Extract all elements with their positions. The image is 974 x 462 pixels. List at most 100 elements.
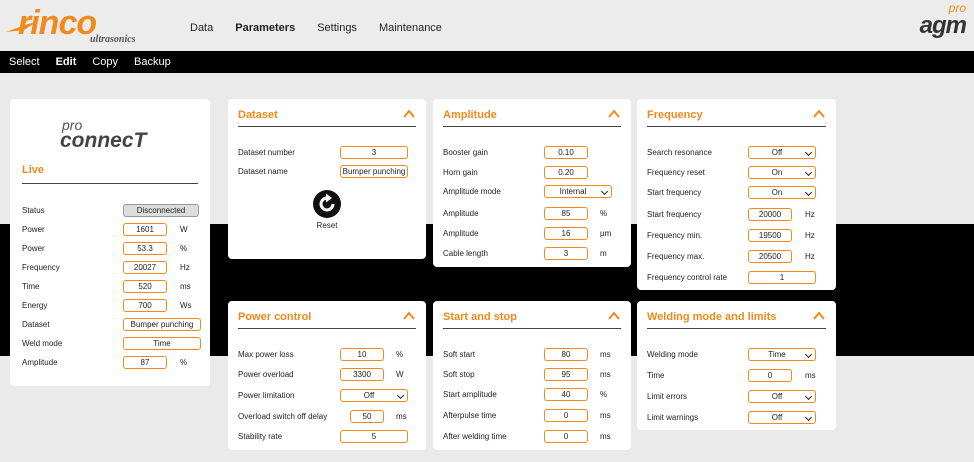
frequency-panel: Frequency Search resonance Off Frequency…: [637, 99, 836, 290]
after-welding-time-input[interactable]: 0: [544, 429, 588, 443]
field-label: Time: [647, 370, 665, 380]
agm-logo: pro agm: [910, 1, 968, 44]
field-label: Frequency reset: [647, 167, 705, 177]
field-label: Stability rate: [238, 431, 283, 441]
subnav-copy[interactable]: Copy: [92, 56, 118, 68]
cable-length-input[interactable]: 3: [544, 246, 588, 260]
frequency-value: 20027: [123, 260, 167, 274]
chevron-up-icon[interactable]: [402, 309, 416, 323]
dataset-value: Bumper punching: [123, 317, 201, 331]
subnav-edit[interactable]: Edit: [56, 56, 77, 68]
amplitude-um-input[interactable]: 16: [544, 226, 588, 240]
field-label: Overload switch off delay: [238, 411, 328, 421]
search-resonance-select[interactable]: Off: [748, 145, 816, 159]
subnav-select[interactable]: Select: [9, 56, 40, 68]
nav-data[interactable]: Data: [190, 22, 213, 34]
welding-mode-select[interactable]: Time: [748, 347, 816, 361]
field-unit: W: [396, 369, 404, 379]
power-limitation-select[interactable]: Off: [340, 388, 408, 402]
field-unit: ms: [805, 370, 816, 380]
power-control-header: Power control: [238, 311, 416, 329]
power-overload-input[interactable]: 3300: [340, 367, 384, 381]
limit-errors-select[interactable]: Off: [748, 389, 816, 403]
afterpulse-time-input[interactable]: 0: [544, 408, 588, 422]
dataset-number-row: Dataset number 3: [238, 145, 416, 159]
field-label: Amplitude: [443, 208, 479, 218]
dataset-panel: Dataset Dataset number 3 Dataset name Bu…: [228, 99, 426, 259]
max-power-loss-input[interactable]: 10: [340, 347, 384, 361]
frequency-row: Frequency control rate 1: [647, 270, 826, 284]
top-bar: rinco ultrasonics Data Parameters Settin…: [0, 0, 974, 51]
live-label: Time: [22, 281, 40, 291]
limit-warnings-select[interactable]: Off: [748, 410, 816, 424]
frequency-row: Frequency reset On: [647, 165, 826, 179]
start-frequency-input[interactable]: 20000: [748, 207, 792, 221]
live-label: Amplitude: [22, 357, 58, 367]
field-unit: ms: [600, 410, 611, 420]
field-label: Start amplitude: [443, 389, 497, 399]
field-unit: ms: [600, 431, 611, 441]
power-control-title: Power control: [238, 311, 312, 323]
brand-sub: ultrasonics: [90, 34, 136, 45]
start-stop-title: Start and stop: [443, 311, 517, 323]
frequency-header: Frequency: [647, 109, 826, 127]
reset-area: Reset: [228, 189, 426, 230]
power-control-row: Max power loss 10 %: [238, 347, 416, 361]
soft-stop-input[interactable]: 95: [544, 367, 588, 381]
power-control-row: Power limitation Off: [238, 388, 416, 402]
subnav-backup[interactable]: Backup: [134, 56, 171, 68]
reset-label: Reset: [316, 221, 338, 230]
soft-start-input[interactable]: 80: [544, 347, 588, 361]
field-label: Afterpulse time: [443, 410, 497, 420]
nav-maintenance[interactable]: Maintenance: [379, 22, 442, 34]
chevron-up-icon[interactable]: [402, 107, 416, 121]
start-stop-panel: Start and stop Soft start 80 ms Soft sto…: [433, 301, 631, 450]
nav-parameters[interactable]: Parameters: [235, 22, 295, 34]
start-stop-row: After welding time 0 ms: [443, 429, 621, 443]
welding-mode-header: Welding mode and limits: [647, 311, 826, 329]
reset-icon[interactable]: [312, 189, 342, 219]
live-row-power-pct: Power 53.3 %: [22, 241, 200, 255]
chevron-up-icon[interactable]: [607, 309, 621, 323]
booster-gain-input[interactable]: 0.10: [544, 145, 588, 159]
start-stop-row: Soft stop 95 ms: [443, 367, 621, 381]
frequency-row: Search resonance Off: [647, 145, 826, 159]
dataset-name-input[interactable]: Bumper punching: [340, 164, 408, 178]
amplitude-pct-input[interactable]: 85: [544, 206, 588, 220]
dataset-name-row: Dataset name Bumper punching: [238, 164, 416, 178]
amplitude-panel: Amplitude Booster gain 0.10 Horn gain 0.…: [433, 99, 631, 267]
weld-mode-value: Time: [123, 336, 201, 350]
start-frequency-select[interactable]: On: [748, 185, 816, 199]
live-panel: pro connecT Live Status Disconnected Pow…: [10, 99, 210, 386]
horn-gain-input[interactable]: 0.20: [544, 165, 588, 179]
frequency-min-input[interactable]: 19500: [748, 228, 792, 242]
power-pct-value: 53.3: [123, 241, 167, 255]
live-row-time: Time 520 ms: [22, 279, 200, 293]
dataset-number-label: Dataset number: [238, 147, 295, 157]
amplitude-row: Amplitude mode Internal: [443, 184, 621, 198]
chevron-up-icon[interactable]: [812, 309, 826, 323]
live-unit: W: [180, 224, 188, 234]
weld-time-input[interactable]: 0: [748, 368, 792, 382]
start-amplitude-input[interactable]: 40: [544, 387, 588, 401]
welding-mode-row: Limit warnings Off: [647, 410, 826, 424]
frequency-control-rate-input[interactable]: 1: [748, 270, 816, 284]
start-stop-row: Soft start 80 ms: [443, 347, 621, 361]
nav-settings[interactable]: Settings: [317, 22, 357, 34]
welding-mode-panel: Welding mode and limits Welding mode Tim…: [637, 301, 836, 430]
stability-rate-input[interactable]: 5: [340, 429, 408, 443]
chevron-up-icon[interactable]: [607, 107, 621, 121]
field-unit: Hz: [805, 209, 815, 219]
power-control-row: Power overload 3300 W: [238, 367, 416, 381]
frequency-max-input[interactable]: 20500: [748, 249, 792, 263]
power-control-panel: Power control Max power loss 10 % Power …: [228, 301, 426, 450]
field-unit: ms: [600, 369, 611, 379]
chevron-up-icon[interactable]: [812, 107, 826, 121]
field-label: Booster gain: [443, 147, 488, 157]
amplitude-mode-select[interactable]: Internal: [544, 184, 612, 198]
dataset-number-input[interactable]: 3: [340, 145, 408, 159]
amplitude-header: Amplitude: [443, 109, 621, 127]
frequency-reset-select[interactable]: On: [748, 165, 816, 179]
welding-mode-row: Time 0 ms: [647, 368, 826, 382]
overload-switch-off-delay-input[interactable]: 50: [350, 409, 384, 423]
